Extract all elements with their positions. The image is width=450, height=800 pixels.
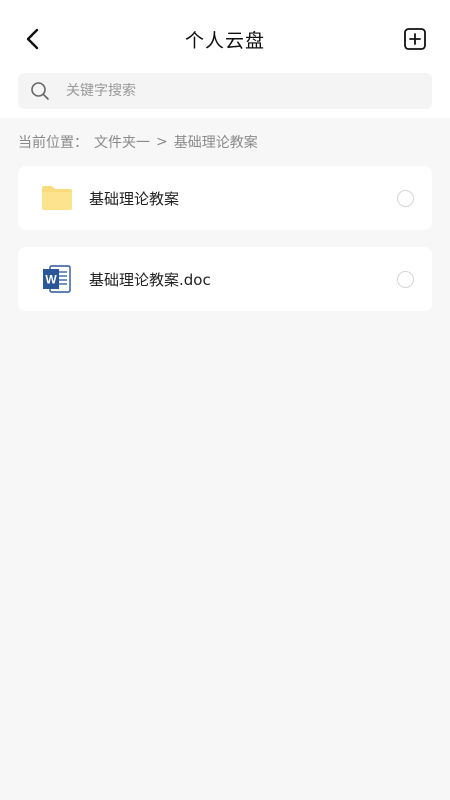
select-radio[interactable] [397,271,414,288]
search-input[interactable] [66,83,406,99]
breadcrumb: 当前位置： 文件夹一 > 基础理论教案 [18,132,258,152]
breadcrumb-prefix: 当前位置： [18,135,88,151]
search-bar[interactable] [18,73,432,109]
file-name: 基础理论教案.doc [89,271,211,289]
file-name: 基础理论教案 [89,190,180,208]
breadcrumb-separator: > [156,134,168,150]
breadcrumb-parent[interactable]: 文件夹一 [94,132,150,152]
breadcrumb-current: 基础理论教案 [173,135,258,151]
page-title: 个人云盘 [184,30,265,52]
file-item-document[interactable]: W 基础理论教案.doc [18,247,432,311]
add-square-icon [404,28,426,50]
folder-icon [40,182,74,214]
select-radio[interactable] [397,190,414,207]
search-icon [30,80,52,102]
add-file-button[interactable] [400,24,430,54]
word-doc-icon: W [40,263,74,295]
svg-text:W: W [45,273,57,287]
nav-bar: 个人云盘 [0,14,450,64]
file-item-folder[interactable]: 基础理论教案 [18,166,432,230]
header: 个人云盘 [0,0,450,118]
